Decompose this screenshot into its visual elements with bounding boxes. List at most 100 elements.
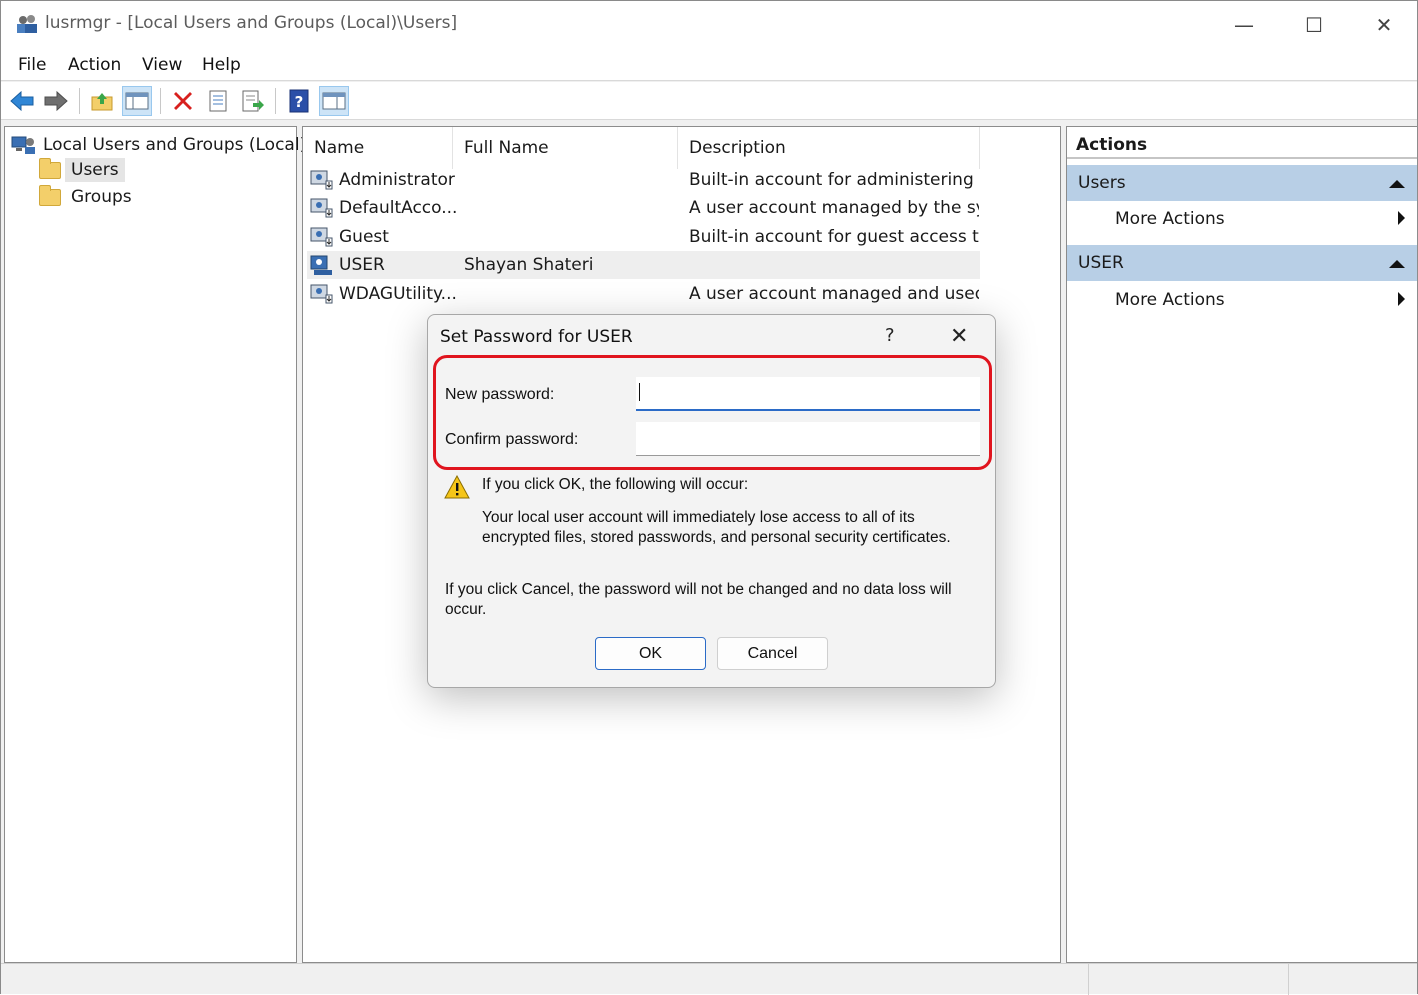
warning-icon [444, 475, 470, 499]
window-title: lusrmgr - [Local Users and Groups (Local… [45, 13, 458, 33]
title-bar: lusrmgr - [Local Users and Groups (Local… [1, 1, 1417, 48]
tree-root[interactable]: Local Users and Groups (Local) [11, 133, 312, 157]
user-account-icon [310, 227, 333, 247]
set-password-dialog: Set Password for USER ? ✕ New password: … [427, 314, 996, 688]
properties-icon [209, 90, 227, 112]
table-row[interactable]: DefaultAcco... A user account managed by… [307, 194, 980, 222]
properties-button[interactable] [203, 86, 233, 116]
ok-button[interactable]: OK [595, 637, 706, 670]
table-row-selected[interactable]: USER Shayan Shateri [307, 251, 980, 279]
computer-users-icon [11, 136, 35, 154]
column-header-name[interactable]: Name [303, 127, 453, 169]
table-row[interactable]: Administrator Built-in account for admin… [307, 166, 980, 194]
confirm-password-input[interactable] [636, 422, 980, 456]
toolbar-separator [275, 88, 276, 114]
menu-file[interactable]: File [18, 55, 46, 75]
folder-icon [39, 184, 61, 206]
cell-description: Built-in account for guest access t... [689, 227, 979, 247]
cancel-note-line-2: occur. [445, 601, 487, 618]
user-account-icon [310, 284, 333, 304]
status-separator [1288, 964, 1289, 995]
delete-x-icon [174, 92, 192, 110]
actions-group-user-label: USER [1078, 253, 1124, 273]
tree-item-groups-label: Groups [71, 187, 132, 207]
close-button[interactable]: ✕ [1349, 1, 1418, 48]
action-pane-icon [322, 92, 346, 110]
export-list-icon [242, 90, 264, 112]
cell-name: WDAGUtility... [339, 284, 457, 304]
dialog-title: Set Password for USER [440, 327, 633, 347]
actions-pane: Actions Users More Actions USER More Act… [1066, 126, 1418, 963]
tree-item-users-label: Users [65, 158, 125, 182]
cancel-note-line-1: If you click Cancel, the password will n… [445, 581, 952, 598]
actions-group-users[interactable]: Users [1067, 165, 1417, 201]
dialog-close-button[interactable]: ✕ [950, 323, 968, 349]
user-account-icon [310, 255, 332, 275]
console-tree-pane: Local Users and Groups (Local) Users Gro… [4, 126, 306, 963]
new-password-input[interactable] [636, 377, 980, 411]
console-tree-icon [125, 92, 149, 110]
warning-body-line-1: Your local user account will immediately… [482, 509, 915, 526]
tree-root-label: Local Users and Groups (Local) [43, 135, 307, 155]
menu-help[interactable]: Help [202, 55, 241, 75]
menu-bar: File Action View Help [1, 48, 1417, 81]
toolbar-separator [160, 88, 161, 114]
forward-button[interactable] [41, 86, 71, 116]
table-row[interactable]: Guest Built-in account for guest access … [307, 223, 980, 251]
more-actions-label: More Actions [1115, 209, 1225, 229]
more-actions-label: More Actions [1115, 290, 1225, 310]
cell-name: Guest [339, 227, 389, 247]
dialog-help-button[interactable]: ? [885, 325, 895, 346]
column-header-description[interactable]: Description [678, 127, 980, 169]
folder-up-icon [91, 93, 113, 111]
maximize-button[interactable]: ☐ [1279, 1, 1349, 48]
help-button[interactable]: ? [284, 86, 314, 116]
minimize-button[interactable]: — [1209, 1, 1279, 48]
toolbar: ? [1, 82, 1417, 120]
up-one-level-button[interactable] [87, 86, 117, 116]
cell-name: USER [339, 255, 385, 275]
show-hide-console-tree-button[interactable] [122, 86, 152, 116]
cell-description: A user account managed and used... [689, 284, 979, 304]
show-hide-action-pane-button[interactable] [319, 86, 349, 116]
submenu-arrow-icon [1398, 211, 1405, 225]
user-account-icon [310, 198, 333, 218]
folder-icon [39, 157, 61, 179]
actions-group-user[interactable]: USER [1067, 245, 1417, 281]
more-actions-user[interactable]: More Actions [1067, 282, 1417, 318]
delete-button[interactable] [168, 86, 198, 116]
tree-item-groups[interactable]: Groups [39, 184, 138, 209]
more-actions-users[interactable]: More Actions [1067, 201, 1417, 237]
column-header-full-name[interactable]: Full Name [453, 127, 678, 169]
export-list-button[interactable] [238, 86, 268, 116]
cell-name: Administrator [339, 170, 455, 190]
back-button[interactable] [7, 86, 37, 116]
menu-action[interactable]: Action [68, 55, 121, 75]
text-cursor [639, 383, 640, 401]
users-app-icon [17, 15, 37, 33]
back-arrow-icon [10, 90, 34, 112]
cell-full-name: Shayan Shateri [464, 255, 594, 275]
tree-item-users[interactable]: Users [39, 157, 125, 182]
status-bar [1, 963, 1417, 995]
actions-title: Actions [1067, 127, 1417, 159]
forward-arrow-icon [44, 90, 68, 112]
table-row[interactable]: WDAGUtility... A user account managed an… [307, 280, 980, 308]
new-password-label: New password: [445, 386, 555, 403]
collapse-caret-icon [1389, 260, 1405, 268]
cell-name: DefaultAcco... [339, 198, 458, 218]
actions-group-users-label: Users [1078, 173, 1126, 193]
collapse-caret-icon [1389, 180, 1405, 188]
cell-description: Built-in account for administering ... [689, 170, 979, 190]
warning-body-line-2: encrypted files, stored passwords, and p… [482, 529, 951, 546]
cancel-button[interactable]: Cancel [717, 637, 828, 670]
user-account-icon [310, 170, 333, 190]
mmc-window: lusrmgr - [Local Users and Groups (Local… [0, 0, 1418, 995]
menu-view[interactable]: View [142, 55, 182, 75]
status-separator [1088, 964, 1089, 995]
confirm-password-label: Confirm password: [445, 431, 579, 448]
cell-description: A user account managed by the sy... [689, 198, 979, 218]
help-book-icon: ? [289, 89, 309, 113]
warning-heading: If you click OK, the following will occu… [482, 476, 749, 493]
svg-text:?: ? [295, 93, 304, 111]
